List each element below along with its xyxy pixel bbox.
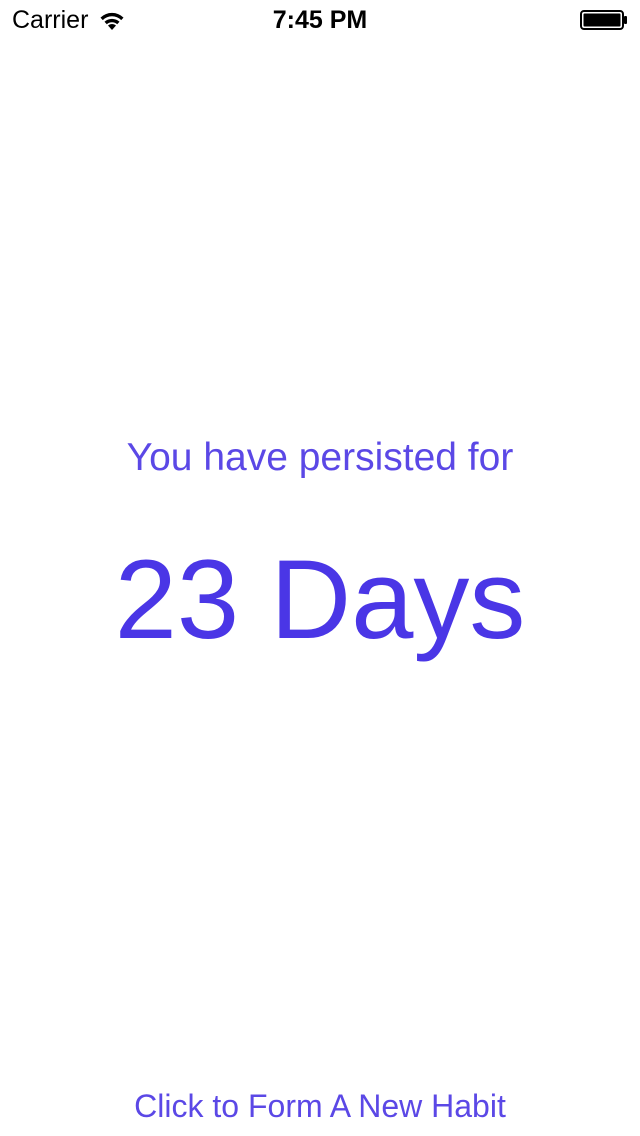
status-bar: Carrier 7:45 PM xyxy=(0,0,640,40)
status-time: 7:45 PM xyxy=(272,6,368,34)
days-counter: 23 Days xyxy=(114,537,526,662)
new-habit-button[interactable]: Click to Form A New Habit xyxy=(0,1088,640,1125)
battery-icon xyxy=(580,10,627,30)
persisted-label: You have persisted for xyxy=(126,436,514,479)
